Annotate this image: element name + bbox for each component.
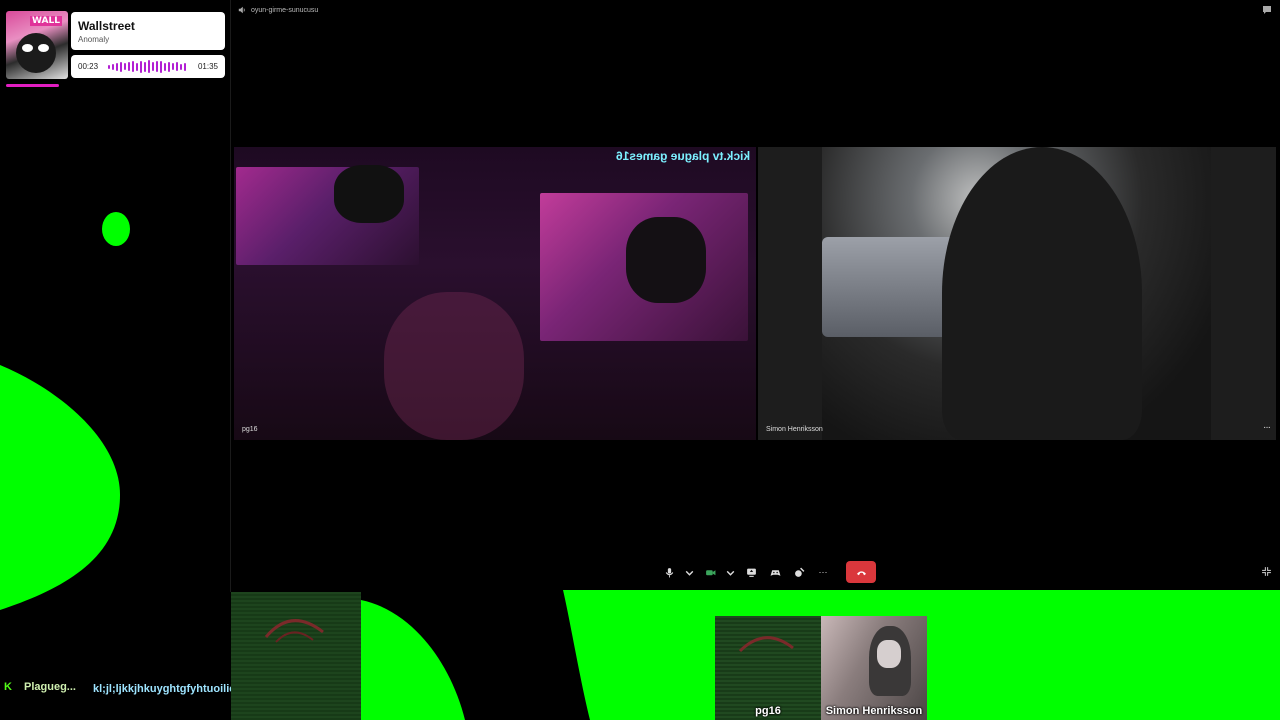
waveform-bar	[144, 61, 146, 72]
track-artist: Anomaly	[78, 35, 110, 44]
waveform-bar	[184, 62, 186, 71]
time-current: 00:23	[78, 62, 99, 71]
waveform-bar	[136, 62, 138, 71]
waveform-bar	[108, 64, 110, 69]
waveform-bar	[176, 62, 178, 71]
participant-name: pg16	[755, 705, 781, 717]
participant-name: Simon Henriksson	[766, 426, 823, 433]
more-options-button[interactable]: ···	[814, 562, 832, 582]
track-title: Wallstreet	[78, 19, 135, 33]
participant-name: pg16	[242, 426, 258, 433]
camera-options-button[interactable]	[725, 562, 736, 582]
waveform-bar	[180, 63, 182, 70]
waveform-bar	[140, 60, 142, 73]
camera-button[interactable]	[701, 562, 719, 582]
waveform-bar	[152, 62, 154, 71]
waveform-bar	[156, 61, 158, 72]
participant-thumb-simon[interactable]: Simon Henriksson	[821, 616, 927, 720]
mic-options-button[interactable]	[684, 562, 695, 582]
person-silhouette	[942, 147, 1142, 440]
chevron-down-icon	[685, 570, 694, 576]
album-art: WALL	[6, 11, 68, 79]
track-info-card: Wallstreet Anomaly	[71, 12, 225, 50]
stream-overlay-text: kick.tv plague games16	[615, 149, 750, 163]
now-playing-widget: WALL Wallstreet Anomaly 00:23 01:35	[6, 11, 226, 91]
face-paint	[877, 640, 901, 668]
end-call-icon	[856, 570, 866, 575]
mask-figure	[334, 165, 404, 223]
waveform-bar	[124, 63, 126, 70]
playback-progress-strip	[6, 84, 59, 87]
mic-button[interactable]	[660, 562, 678, 582]
mic-icon	[665, 567, 673, 577]
green-blob-bottom-mid	[361, 600, 465, 720]
bottom-camera-preview	[231, 592, 361, 720]
speaker-icon	[238, 6, 245, 14]
time-total: 01:35	[197, 62, 218, 71]
green-dot	[102, 212, 130, 246]
screen-share-button[interactable]	[742, 562, 760, 582]
chat-message-text: kl;jl;ljkkjhkuyghtgfyhtuoilio;io;oi;	[93, 683, 267, 695]
activities-icon	[770, 569, 780, 576]
album-art-label: WALL	[30, 16, 62, 26]
chevron-down-icon	[726, 570, 735, 576]
channel-name: oyun-girme-sunucusu	[251, 6, 319, 14]
red-sigil-graphic	[264, 619, 324, 643]
participant-name: Simon Henriksson	[825, 705, 923, 717]
video-tile-simon[interactable]: Simon Henriksson ···	[758, 147, 1276, 440]
kick-icon: K	[4, 681, 12, 693]
chat-username: Plagueg...	[24, 681, 76, 693]
voice-channel-header[interactable]: oyun-girme-sunucusu	[238, 6, 318, 14]
participant-thumb-pg16[interactable]: pg16	[715, 616, 821, 720]
playback-time-card: 00:23 01:35	[71, 55, 225, 78]
camera-feed	[822, 147, 1211, 440]
waveform-bar	[172, 63, 174, 70]
waveform-bar	[120, 61, 122, 72]
waveform-bar	[164, 62, 166, 71]
album-art-eye	[22, 44, 33, 52]
soundboard-button[interactable]	[790, 562, 808, 582]
album-art-eye	[38, 44, 49, 52]
waveform-bar	[112, 63, 114, 70]
green-blob-left	[0, 365, 120, 610]
streamer-silhouette	[384, 292, 524, 440]
call-controls: ···	[660, 561, 876, 583]
waveform-bar	[160, 60, 162, 73]
waveform-bar	[168, 61, 170, 72]
panel-divider	[230, 0, 231, 592]
tile-more-button[interactable]: ···	[1263, 422, 1271, 433]
album-art-figure	[16, 33, 56, 73]
waveform-bar	[116, 62, 118, 71]
waveform-bar	[128, 62, 130, 71]
mask-figure	[626, 217, 706, 303]
waveform	[108, 60, 190, 73]
screen-share-icon	[746, 568, 756, 577]
end-call-button[interactable]	[846, 561, 876, 583]
soundboard-icon	[794, 567, 804, 577]
waveform-bar	[148, 60, 150, 73]
chat-bubble-icon[interactable]	[1262, 5, 1272, 15]
activities-button[interactable]	[766, 562, 784, 582]
video-tile-pg16[interactable]: kick.tv plague games16 pg16	[234, 147, 756, 440]
fullscreen-exit-icon[interactable]	[1261, 566, 1272, 577]
camera-icon	[705, 569, 715, 575]
waveform-bar	[132, 61, 134, 72]
